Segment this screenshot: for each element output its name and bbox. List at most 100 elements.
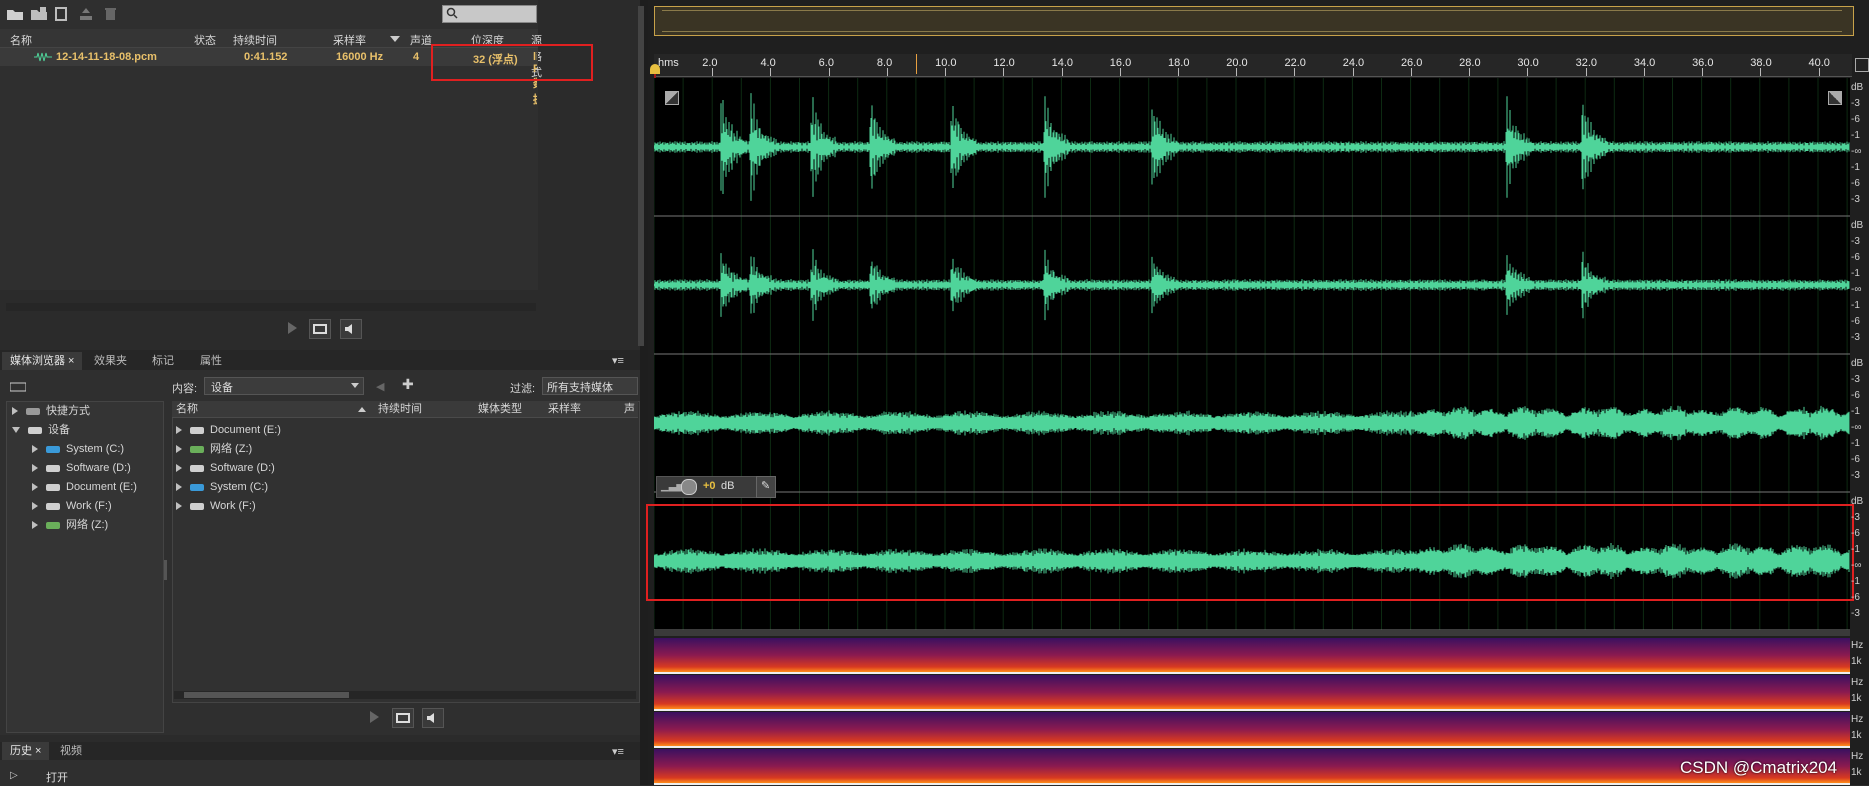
play-button[interactable] [282, 319, 302, 337]
tree-devices[interactable]: 设备 [12, 422, 70, 438]
db-label: -6 [1851, 454, 1860, 465]
export-icon[interactable] [78, 6, 96, 22]
list-item[interactable]: Document (E:) [176, 422, 281, 438]
content-dropdown[interactable]: 设备 [204, 377, 364, 395]
spectral-channel [654, 675, 1850, 711]
col-sample-rate[interactable]: 采样率 [333, 32, 366, 46]
db-label: -3 [1851, 512, 1860, 523]
sort-arrow-icon [390, 36, 400, 42]
ruler-unit: hms [658, 57, 679, 69]
ruler-tick [1003, 68, 1004, 76]
db-label: -1 [1851, 406, 1860, 417]
drive-icon [190, 503, 204, 510]
tab-properties[interactable]: 属性 [192, 352, 230, 370]
pin-icon: ✎ [761, 479, 770, 492]
pin-button[interactable]: ✎ [756, 476, 776, 498]
system-drive-icon [46, 446, 60, 453]
db-label: -∞ [1851, 422, 1861, 433]
tab-media-browser[interactable]: 媒体浏览器 × [2, 352, 82, 370]
drive-icon [190, 465, 204, 472]
corner-toggle-icon[interactable] [665, 91, 679, 105]
search-icon [446, 7, 458, 22]
drive-icon [46, 503, 60, 510]
db-label: -∞ [1851, 146, 1861, 157]
search-input[interactable] [459, 6, 537, 22]
tab-video[interactable]: 视频 [52, 742, 90, 760]
splitter-handle[interactable] [164, 560, 167, 580]
list-item[interactable]: System (C:) [176, 479, 268, 495]
loop-button[interactable] [309, 319, 331, 339]
back-arrow-icon[interactable]: ◀ [376, 380, 384, 393]
drive-icon [46, 465, 60, 472]
gain-knob-icon[interactable] [681, 479, 697, 495]
history-open-icon: ▷ [10, 770, 18, 781]
zoom-handle-icon[interactable] [1855, 58, 1869, 72]
open-folder-icon[interactable] [6, 6, 24, 22]
preview-loop-button[interactable] [392, 708, 414, 728]
list-scrollbar[interactable] [174, 691, 636, 699]
tree-drive-f[interactable]: Work (F:) [32, 498, 112, 514]
add-shortcut-icon[interactable]: ✚ [402, 376, 414, 393]
filter-dropdown[interactable]: 所有支持媒体 [542, 377, 638, 395]
tree-drive-d[interactable]: Software (D:) [32, 460, 131, 476]
list-col-channel[interactable]: 声 [624, 401, 635, 417]
selection-marker [916, 54, 917, 74]
autoplay-button[interactable] [340, 319, 362, 339]
content-label: 内容: [172, 380, 197, 396]
files-scrollbar[interactable] [6, 303, 536, 311]
spectral-splitter[interactable] [654, 630, 1850, 636]
col-duration[interactable]: 持续时间 [233, 32, 277, 46]
db-label: -6 [1851, 114, 1860, 125]
channel4-highlight-box [646, 504, 1854, 601]
list-item[interactable]: Software (D:) [176, 460, 275, 476]
file-channels: 4 [413, 51, 419, 63]
tab-history[interactable]: 历史 × [2, 742, 49, 760]
db-label: -1 [1851, 162, 1860, 173]
devices-icon [28, 427, 42, 434]
history-item[interactable]: 打开 [46, 769, 68, 785]
list-item[interactable]: Work (F:) [176, 498, 256, 514]
tree-shortcuts[interactable]: 快捷方式 [12, 403, 90, 419]
tree-drive-z[interactable]: 网络 (Z:) [32, 517, 108, 533]
playhead-marker[interactable] [650, 64, 660, 74]
spectral-channel [654, 712, 1850, 748]
db-label: -1 [1851, 576, 1860, 587]
file-sample-rate: 16000 Hz [336, 51, 383, 63]
tab-effects[interactable]: 效果夹 [86, 352, 135, 370]
db-label: -3 [1851, 98, 1860, 109]
list-col-sample-rate[interactable]: 采样率 [548, 401, 581, 417]
db-label: -6 [1851, 528, 1860, 539]
preview-play-button[interactable] [364, 708, 384, 726]
sort-up-icon [358, 407, 366, 412]
tree-drive-c[interactable]: System (C:) [32, 441, 124, 457]
preview-autoplay-button[interactable] [422, 708, 444, 728]
list-col-duration[interactable]: 持续时间 [378, 401, 422, 417]
insert-icon[interactable] [54, 6, 72, 22]
list-item[interactable]: 网络 (Z:) [176, 441, 252, 457]
spectral-label: 1k [1851, 767, 1862, 778]
col-status[interactable]: 状态 [194, 32, 216, 46]
list-col-name[interactable]: 名称 [176, 401, 198, 417]
chevron-down-icon [351, 383, 359, 388]
ruler-tick [945, 68, 946, 76]
col-channels[interactable]: 声道 [410, 32, 432, 46]
panel-menu-icon[interactable]: ▾≡ [612, 354, 624, 367]
files-search[interactable] [442, 5, 537, 23]
overview-scroll[interactable] [638, 6, 644, 346]
open-file-icon[interactable] [30, 6, 48, 22]
ruler-tick [1702, 68, 1703, 76]
delete-icon[interactable] [102, 6, 120, 22]
tree-drive-e[interactable]: Document (E:) [32, 479, 137, 495]
spectral-channel [654, 638, 1850, 674]
corner-toggle-icon[interactable] [1828, 91, 1842, 105]
col-name[interactable]: 名称 [10, 32, 32, 46]
spectral-view[interactable] [654, 638, 1850, 785]
list-col-media-type[interactable]: 媒体类型 [478, 401, 522, 417]
history-menu-icon[interactable]: ▾≡ [612, 745, 624, 758]
network-drive-icon [46, 522, 60, 529]
db-label: -6 [1851, 592, 1860, 603]
keyboard-icon[interactable] [10, 382, 26, 395]
spectral-label: Hz [1851, 751, 1863, 762]
tab-markers[interactable]: 标记 [144, 352, 182, 370]
ruler-tick [887, 68, 888, 76]
